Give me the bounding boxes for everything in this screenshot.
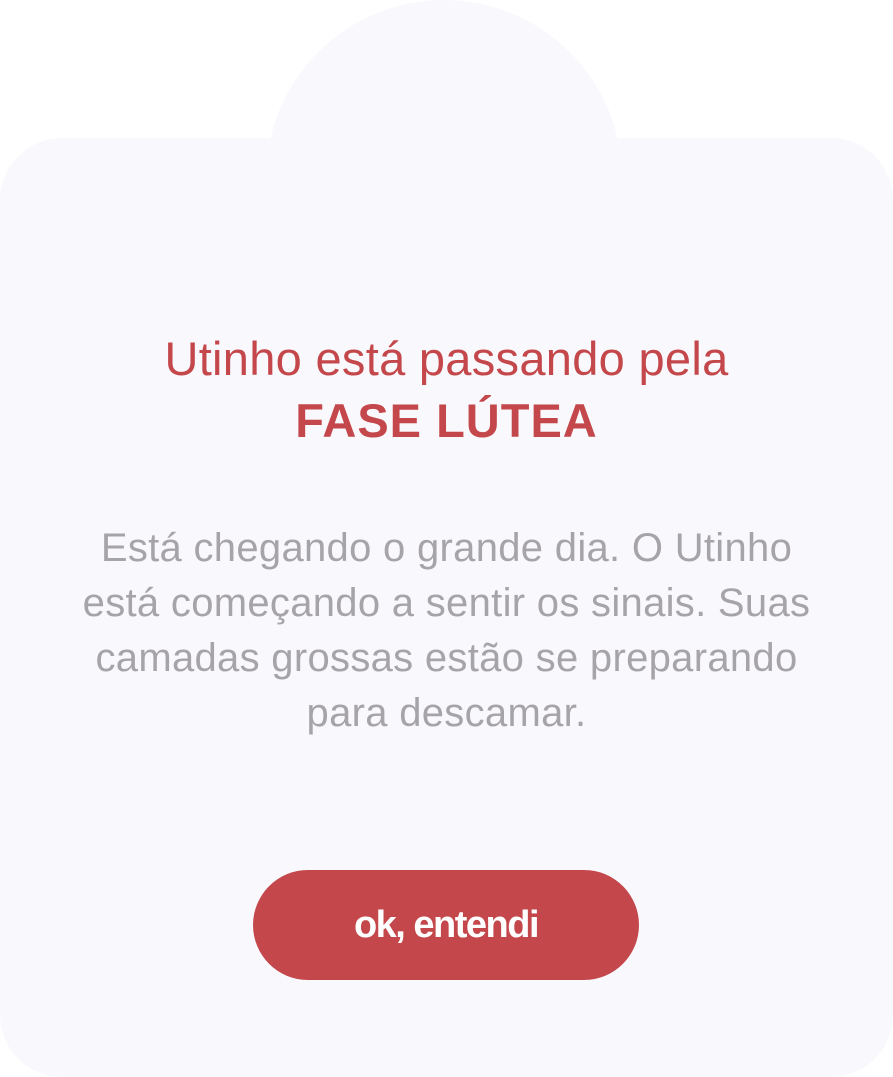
phase-info-modal: Utinho está passando pela FASE LÚTEA Est…: [0, 0, 893, 1077]
ok-button-label: ok, entendi: [353, 903, 540, 946]
modal-title: Utinho está passando pela FASE LÚTEA: [40, 328, 853, 452]
phase-description: Está chegando o grande dia. O Utinho est…: [82, 526, 811, 735]
phase-name: FASE LÚTEA: [295, 394, 598, 447]
ok-understood-button[interactable]: ok, entendi: [253, 870, 639, 980]
modal-content: Utinho está passando pela FASE LÚTEA Est…: [0, 0, 893, 1077]
title-line-1: Utinho está passando pela: [164, 332, 729, 385]
